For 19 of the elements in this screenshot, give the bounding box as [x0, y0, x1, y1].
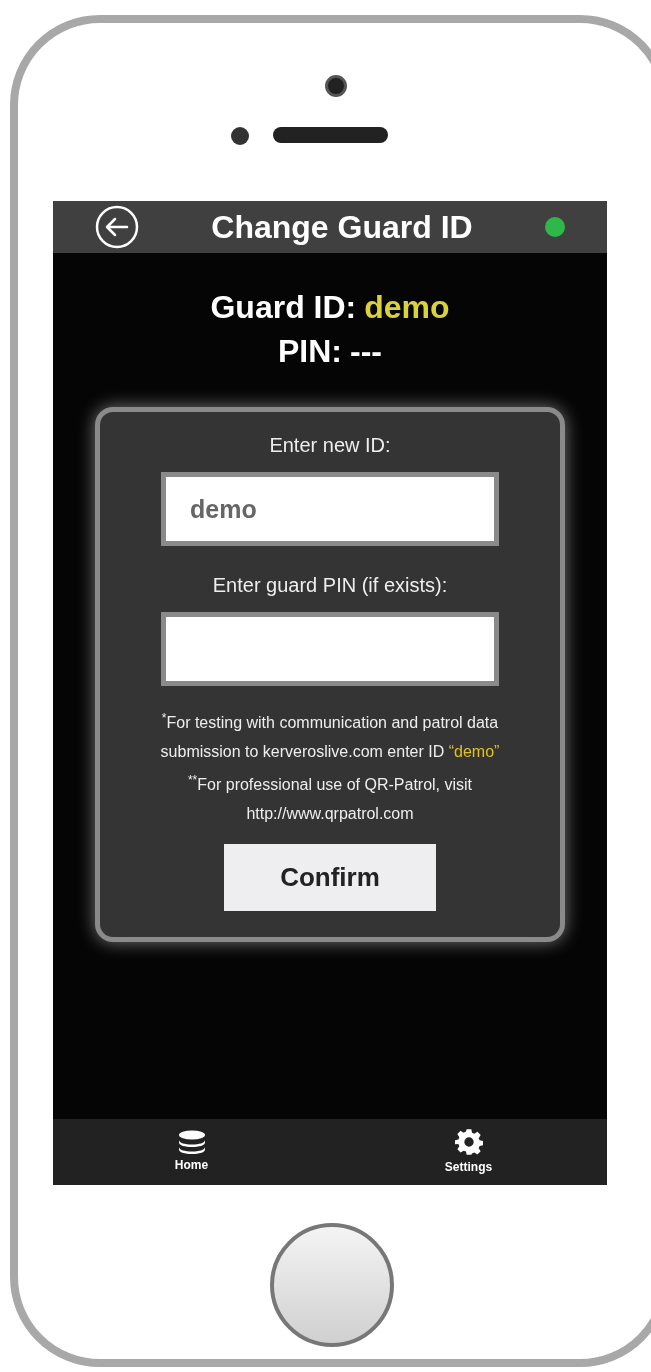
pin-input-field[interactable]	[161, 612, 499, 686]
field-label: Enter guard PIN (if exists):	[212, 573, 448, 598]
screen-title: Change Guard ID	[210, 208, 474, 247]
id-input-field[interactable]: demo	[161, 472, 499, 546]
settings-tab[interactable]: Settings	[330, 1119, 607, 1185]
testing-note: $^{*}$For testing with communication and patrol data submission to kerveroslive.com enter ID “demo”	[159, 710, 501, 762]
field-label: Enter new ID:	[269, 433, 391, 458]
settings-icon	[454, 1128, 483, 1156]
confirm-button[interactable]: Confirm	[224, 844, 436, 911]
camera-icon	[325, 75, 347, 97]
pin-value: ---	[350, 332, 382, 371]
pin-label: PIN:	[278, 332, 342, 371]
back-icon[interactable]	[95, 205, 139, 249]
home-tab[interactable]: Home	[53, 1119, 330, 1185]
guard-id-value: demo	[364, 288, 450, 327]
sensor-icon	[231, 127, 249, 145]
guard-id-label: Guard ID:	[210, 288, 357, 327]
professional-use-note: $^{**}$For professional use of QR-Patrol, visit http://www.qrpatrol.com	[186, 772, 474, 824]
stacked-coins-icon	[176, 1130, 207, 1154]
